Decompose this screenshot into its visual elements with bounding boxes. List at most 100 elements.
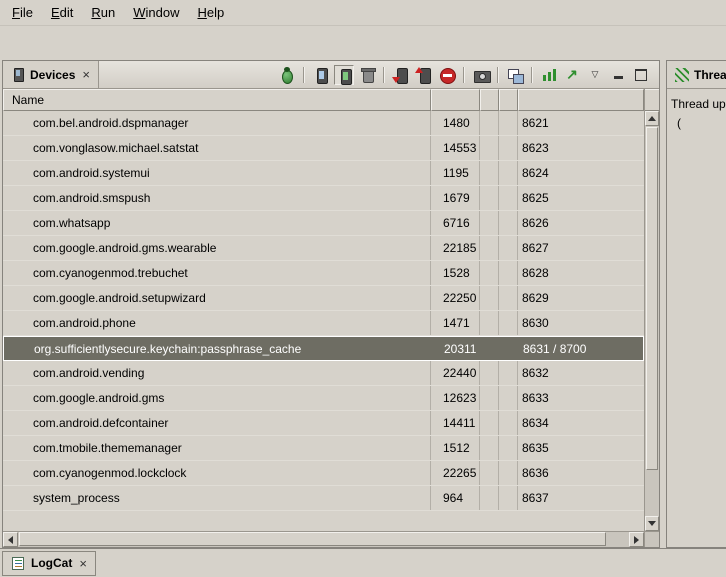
vertical-scroll-track[interactable]	[645, 126, 659, 516]
cell-port: 8636	[518, 461, 644, 485]
table-row[interactable]: org.sufficientlysecure.keychain:passphra…	[3, 336, 644, 361]
scroll-up-button[interactable]	[645, 111, 659, 126]
menu-run[interactable]: Run	[83, 2, 123, 23]
table-row[interactable]: com.google.android.gms126238633	[3, 386, 644, 411]
close-icon[interactable]: ×	[79, 557, 87, 570]
toolbar-separator	[463, 67, 465, 83]
table-row[interactable]: com.android.vending224408632	[3, 361, 644, 386]
vertical-scrollbar[interactable]	[644, 89, 659, 531]
menu-edit[interactable]: Edit	[43, 2, 81, 23]
header-corner	[645, 89, 659, 111]
devices-toolbar: ▽	[277, 65, 659, 85]
column-header-name[interactable]: Name	[3, 89, 431, 111]
cell-pid: 14411	[431, 411, 480, 435]
heap-updates-icon[interactable]	[562, 65, 582, 85]
menu-file[interactable]: File	[4, 2, 41, 23]
column-header-pid[interactable]	[431, 89, 480, 111]
tab-logcat[interactable]: LogCat ×	[2, 551, 96, 576]
cell-e2	[499, 261, 518, 285]
table-row[interactable]: com.android.phone14718630	[3, 311, 644, 336]
update-threads-icon[interactable]	[391, 65, 411, 85]
cell-name: com.android.phone	[3, 311, 431, 335]
scroll-right-button[interactable]	[629, 532, 644, 547]
cell-pid: 14553	[431, 136, 480, 160]
cell-port: 8624	[518, 161, 644, 185]
cell-e2	[500, 337, 519, 360]
cell-e2	[499, 461, 518, 485]
cell-e2	[499, 186, 518, 210]
arrow-right-icon	[634, 536, 639, 544]
table-row[interactable]: com.cyanogenmod.lockclock222658636	[3, 461, 644, 486]
menubar: FileEditRunWindowHelp	[0, 0, 726, 26]
method-profiling-icon[interactable]	[414, 65, 434, 85]
cell-e1	[481, 337, 500, 360]
cell-port: 8635	[518, 436, 644, 460]
cell-e2	[499, 161, 518, 185]
cell-name: com.cyanogenmod.lockclock	[3, 461, 431, 485]
thread-updates-icon[interactable]	[539, 65, 559, 85]
vertical-scroll-thumb[interactable]	[646, 127, 658, 470]
table-row[interactable]: system_process9648637	[3, 486, 644, 511]
view-menu-icon[interactable]: ▽	[585, 65, 605, 85]
table-row[interactable]: com.android.smspush16798625	[3, 186, 644, 211]
cell-e2	[499, 136, 518, 160]
maximize-icon[interactable]	[631, 65, 651, 85]
cell-name: com.android.smspush	[3, 186, 431, 210]
scroll-left-button[interactable]	[3, 532, 18, 547]
cell-pid: 964	[431, 486, 480, 510]
scrollbar-corner	[644, 532, 659, 547]
cell-pid: 1195	[431, 161, 480, 185]
screen-capture-icon[interactable]	[471, 65, 491, 85]
table-row[interactable]: com.android.systemui11958624	[3, 161, 644, 186]
devices-table: Name com.bel.android.dspmanager14808621c…	[3, 89, 659, 531]
cell-e1	[480, 236, 499, 260]
cell-name: com.google.android.gms	[3, 386, 431, 410]
cell-pid: 6716	[431, 211, 480, 235]
stop-process-icon[interactable]	[437, 65, 457, 85]
cell-e1	[480, 436, 499, 460]
table-row[interactable]: com.cyanogenmod.trebuchet15288628	[3, 261, 644, 286]
table-row[interactable]: com.bel.android.dspmanager14808621	[3, 111, 644, 136]
horizontal-scroll-thumb[interactable]	[19, 532, 606, 546]
cell-port: 8628	[518, 261, 644, 285]
table-row[interactable]: com.vonglasow.michael.satstat145538623	[3, 136, 644, 161]
close-icon[interactable]: ×	[82, 68, 90, 81]
minimize-icon[interactable]	[608, 65, 628, 85]
devices-panel: Devices × ▽ Name com.bel.android.dspmana…	[2, 60, 660, 548]
scroll-down-button[interactable]	[645, 516, 659, 531]
tab-threads[interactable]: Threads	[667, 61, 726, 88]
horizontal-scrollbar[interactable]	[3, 532, 644, 547]
cell-name: org.sufficientlysecure.keychain:passphra…	[4, 337, 432, 360]
table-row[interactable]: com.whatsapp67168626	[3, 211, 644, 236]
view-hierarchy-icon[interactable]	[505, 65, 525, 85]
column-header-port[interactable]	[518, 89, 644, 111]
dump-hprof-icon[interactable]	[334, 65, 354, 85]
column-header-e1[interactable]	[480, 89, 499, 111]
table-row[interactable]: com.android.defcontainer144118634	[3, 411, 644, 436]
tab-devices[interactable]: Devices ×	[3, 61, 99, 88]
cause-gc-icon[interactable]	[357, 65, 377, 85]
cell-e1	[480, 361, 499, 385]
debug-process-icon[interactable]	[277, 65, 297, 85]
cell-port: 8630	[518, 311, 644, 335]
cell-e1	[480, 136, 499, 160]
cell-name: com.google.android.gms.wearable	[3, 236, 431, 260]
toolbar-separator	[531, 67, 533, 83]
cell-pid: 1528	[431, 261, 480, 285]
column-header-e2[interactable]	[499, 89, 518, 111]
menu-window[interactable]: Window	[125, 2, 187, 23]
main-toolbar	[0, 26, 726, 60]
table-row[interactable]: com.google.android.setupwizard222508629	[3, 286, 644, 311]
cell-e2	[499, 286, 518, 310]
cell-e2	[499, 211, 518, 235]
menu-help[interactable]: Help	[189, 2, 232, 23]
update-heap-icon[interactable]	[311, 65, 331, 85]
main-area: Devices × ▽ Name com.bel.android.dspmana…	[0, 60, 726, 548]
horizontal-scroll-track[interactable]	[18, 532, 629, 547]
device-icon	[11, 67, 25, 82]
table-row[interactable]: com.google.android.gms.wearable221858627	[3, 236, 644, 261]
cell-pid: 1512	[431, 436, 480, 460]
horizontal-scrollbar-row	[3, 531, 659, 547]
table-row[interactable]: com.tmobile.thememanager15128635	[3, 436, 644, 461]
cell-pid: 12623	[431, 386, 480, 410]
